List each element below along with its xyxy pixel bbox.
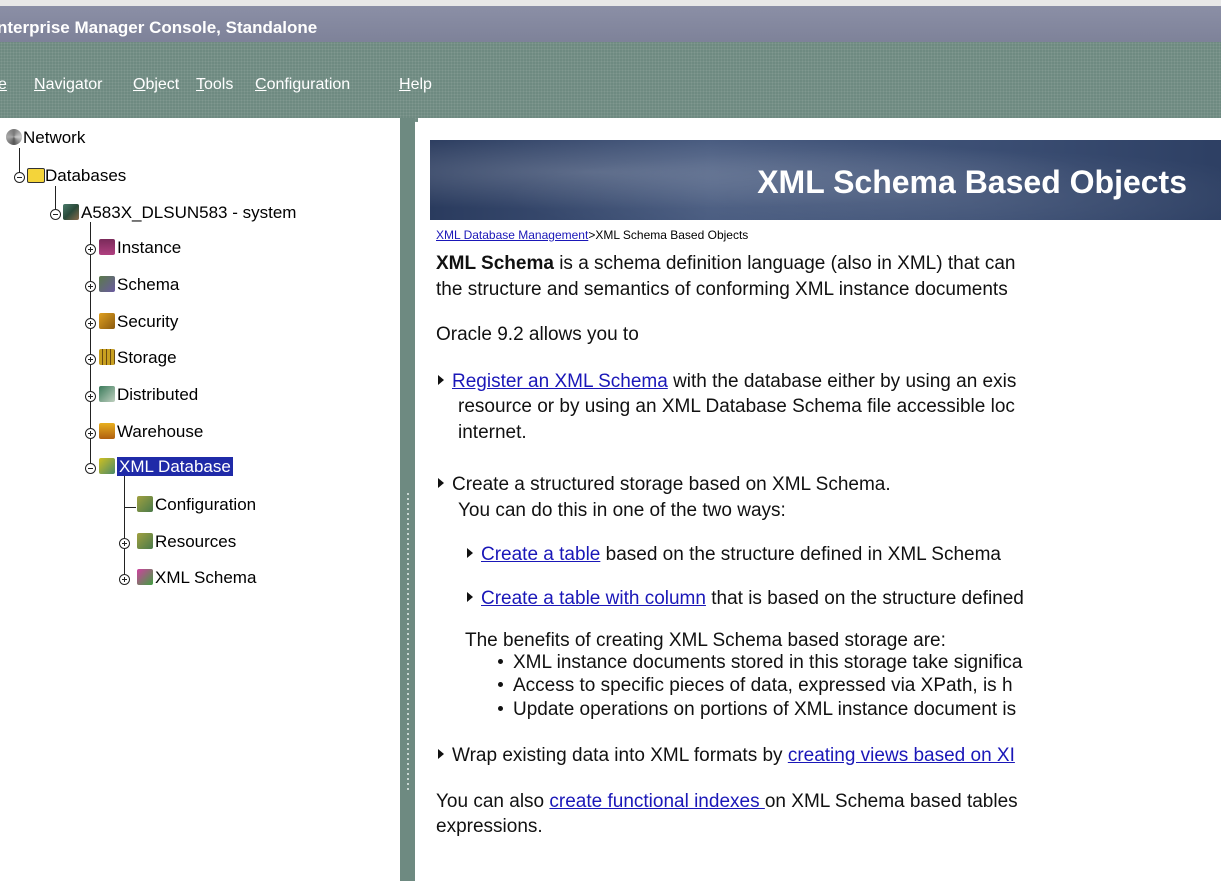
title-bar[interactable]: nterprise Manager Console, Standalone	[0, 6, 1221, 42]
expand-icon[interactable]	[85, 318, 96, 329]
configuration-icon	[137, 496, 153, 512]
page-title: XML Schema Based Objects	[757, 164, 1187, 200]
expand-icon[interactable]	[119, 574, 130, 585]
list-item-register-2: resource or by using an XML Database Sch…	[458, 396, 1015, 417]
menu-help[interactable]: Help	[399, 76, 432, 94]
tree-node-storage[interactable]: Storage	[117, 348, 177, 368]
xml-database-icon	[99, 458, 115, 474]
list-item-storage: Create a structured storage based on XML…	[438, 473, 891, 497]
storage-icon	[99, 349, 115, 365]
tree-line	[124, 507, 136, 508]
tree-node-distributed[interactable]: Distributed	[117, 385, 198, 405]
tree-node-resources[interactable]: Resources	[155, 532, 236, 552]
tree-node-xml-database[interactable]: XML Database	[116, 456, 234, 477]
tree-node-schema[interactable]: Schema	[117, 275, 179, 295]
breadcrumb: XML Database Management>XML Schema Based…	[436, 228, 749, 242]
database-icon	[63, 204, 79, 220]
creating-views-link[interactable]: creating views based on XI	[788, 745, 1015, 766]
expand-icon[interactable]	[85, 244, 96, 255]
menu-bar: e Navigator Object Tools Configuration H…	[0, 42, 1221, 122]
bullet-arrow-icon	[438, 478, 444, 488]
menu-configuration[interactable]: Configuration	[255, 76, 350, 94]
benefits-heading: The benefits of creating XML Schema base…	[465, 630, 946, 651]
sub-item-create-table: Create a table based on the structure de…	[467, 543, 1001, 567]
register-schema-link[interactable]: Register an XML Schema	[452, 371, 668, 392]
benefit-item: Access to specific pieces of data, expre…	[498, 674, 1013, 698]
also-line-2: expressions.	[436, 816, 543, 837]
tree-node-xml-schema[interactable]: XML Schema	[155, 568, 256, 588]
menu-object[interactable]: Object	[133, 76, 179, 94]
breadcrumb-current: XML Schema Based Objects	[595, 228, 749, 242]
menu-tools[interactable]: Tools	[196, 76, 233, 94]
create-table-link[interactable]: Create a table	[481, 544, 600, 565]
tree-node-database[interactable]: A583X_DLSUN583 - system	[81, 203, 296, 223]
collapse-icon[interactable]	[85, 463, 96, 474]
list-item-wrap: Wrap existing data into XML formats by c…	[438, 744, 1015, 768]
expand-icon[interactable]	[119, 538, 130, 549]
collapse-icon[interactable]	[50, 209, 61, 220]
network-icon	[6, 129, 22, 145]
splitter-grip[interactable]	[407, 493, 409, 793]
sub-item-create-column: Create a table with column that is based…	[467, 587, 1024, 611]
expand-icon[interactable]	[85, 281, 96, 292]
create-table-column-link[interactable]: Create a table with column	[481, 588, 706, 609]
warehouse-icon	[99, 423, 115, 439]
benefit-item: XML instance documents stored in this st…	[498, 651, 1022, 675]
pane-splitter[interactable]	[400, 118, 415, 881]
distributed-icon	[99, 386, 115, 402]
collapse-icon[interactable]	[14, 172, 25, 183]
also-line-1: You can also create functional indexes o…	[436, 791, 1018, 812]
detail-pane: XML Schema Based Objects XML Database Ma…	[418, 118, 1221, 881]
tree-node-instance[interactable]: Instance	[117, 238, 181, 258]
intro-line-2: the structure and semantics of conformin…	[436, 279, 1008, 300]
tree-node-configuration[interactable]: Configuration	[155, 495, 256, 515]
menu-navigator[interactable]: Navigator	[34, 76, 102, 94]
bullet-arrow-icon	[438, 749, 444, 759]
security-icon	[99, 313, 115, 329]
intro-line-1: XML Schema is a schema definition langua…	[436, 253, 1016, 274]
instance-icon	[99, 239, 115, 255]
xml-schema-icon	[137, 569, 153, 585]
list-item-storage-2: You can do this in one of the two ways:	[458, 500, 786, 521]
bullet-arrow-icon	[467, 548, 473, 558]
breadcrumb-link[interactable]: XML Database Management	[436, 228, 588, 242]
schema-icon	[99, 276, 115, 292]
list-item-register-3: internet.	[458, 422, 527, 443]
expand-icon[interactable]	[85, 391, 96, 402]
functional-indexes-link[interactable]: create functional indexes	[549, 791, 764, 812]
menu-file[interactable]: e	[0, 76, 7, 94]
benefit-item: Update operations on portions of XML ins…	[498, 698, 1016, 722]
tree-node-warehouse[interactable]: Warehouse	[117, 422, 203, 442]
tree-node-security[interactable]: Security	[117, 312, 178, 332]
bullet-arrow-icon	[467, 592, 473, 602]
window-title: nterprise Manager Console, Standalone	[0, 18, 318, 37]
bullet-arrow-icon	[438, 375, 444, 385]
expand-icon[interactable]	[85, 354, 96, 365]
folder-icon	[27, 168, 45, 183]
navigator-tree: Network Databases A583X_DLSUN583 - syste…	[0, 118, 400, 881]
resources-icon	[137, 533, 153, 549]
intro-line-3: Oracle 9.2 allows you to	[436, 324, 639, 345]
list-item-register: Register an XML Schema with the database…	[438, 370, 1016, 394]
expand-icon[interactable]	[85, 428, 96, 439]
tree-node-network[interactable]: Network	[23, 128, 85, 148]
tree-line	[124, 474, 125, 579]
tree-node-databases[interactable]: Databases	[45, 166, 126, 186]
